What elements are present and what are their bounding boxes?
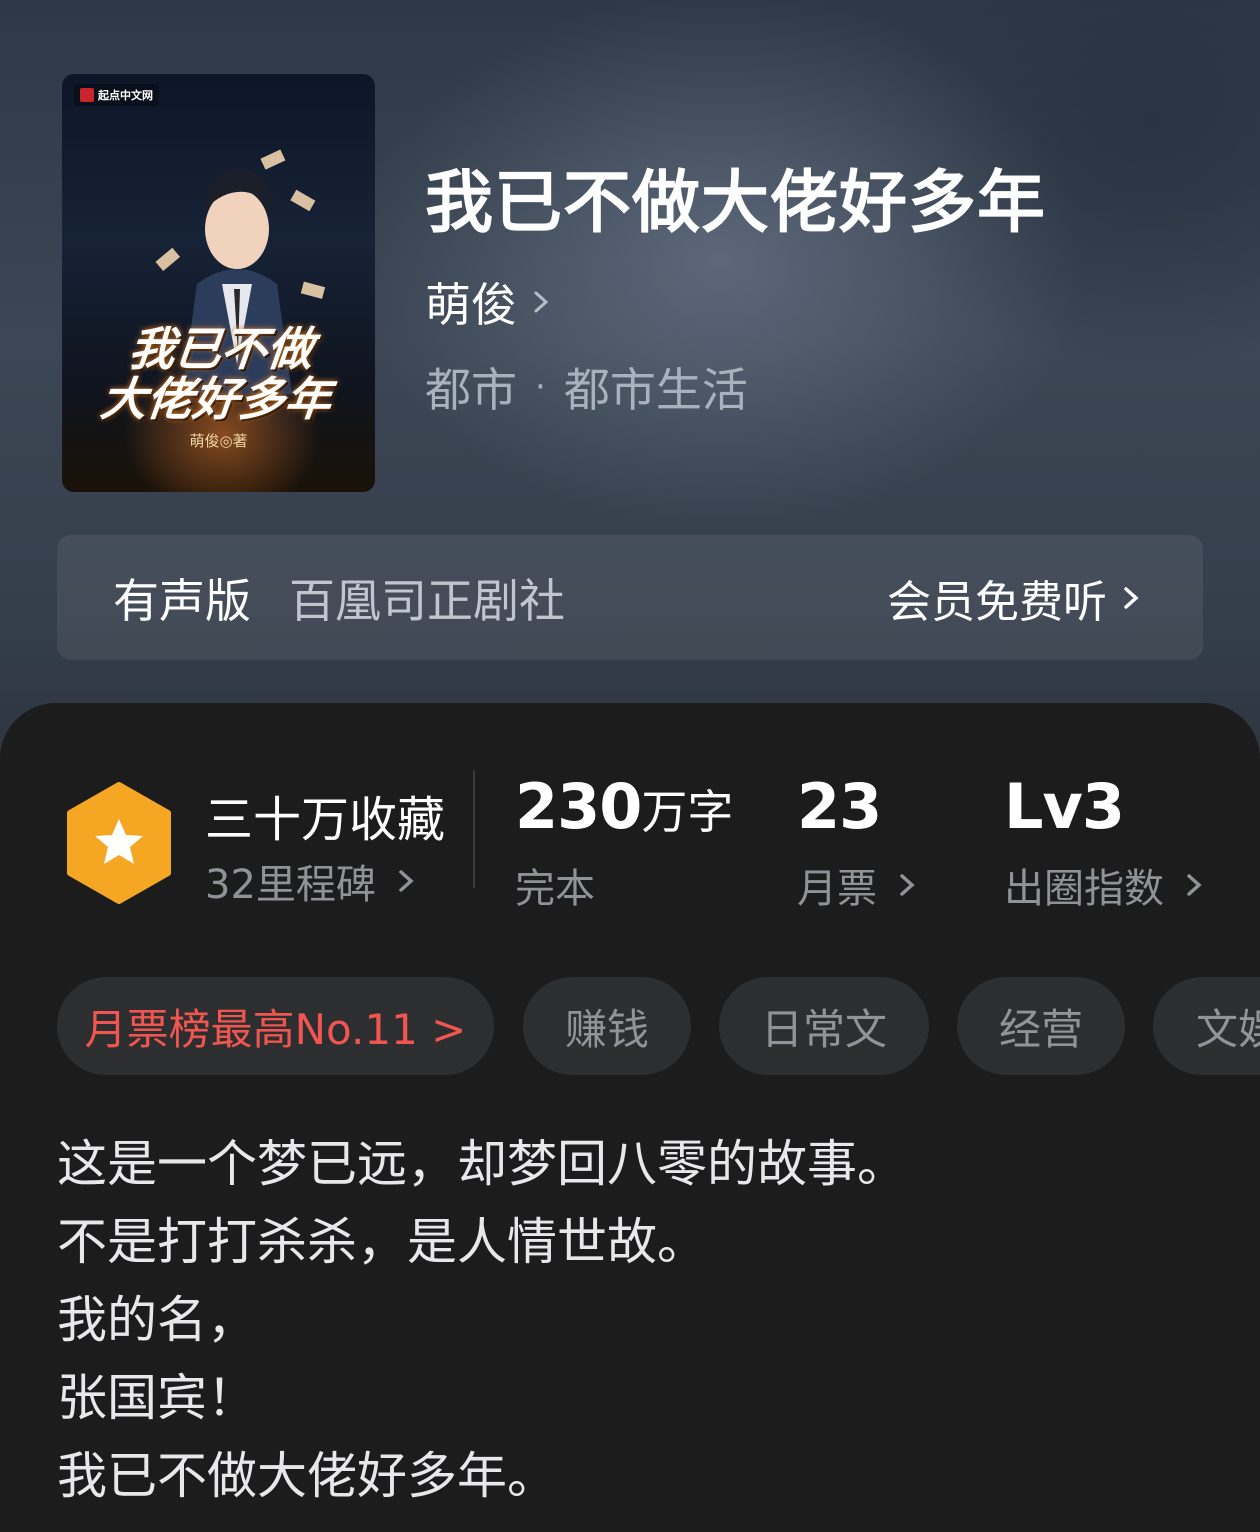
completion-status: 完本 <box>515 866 595 912</box>
influence-level: Lv3 <box>1004 770 1125 843</box>
category-label[interactable]: 都市 <box>425 354 517 420</box>
author-link[interactable]: 萌俊 <box>425 272 553 332</box>
stat-divider <box>473 770 475 888</box>
audio-edition-label: 有声版 <box>113 573 251 628</box>
monthly-tickets-link[interactable]: 月票 <box>797 856 919 914</box>
subcategory-label[interactable]: 都市生活 <box>564 354 748 420</box>
book-cover[interactable]: 起点中文网 我已不做 大佬好多年 萌俊◎著 <box>62 74 375 492</box>
star-hexagon-icon <box>67 782 171 904</box>
influence-index-link[interactable]: 出圈指数 <box>1004 856 1206 914</box>
synopsis-line: 这是一个梦已远，却梦回八零的故事。 <box>57 1135 907 1193</box>
author-name: 萌俊 <box>425 278 517 332</box>
cover-title: 我已不做 大佬好多年 <box>98 322 334 426</box>
ranking-tag[interactable]: 月票榜最高No.11 > <box>57 977 494 1075</box>
word-count: 230万字 <box>515 770 734 843</box>
genre-separator: · <box>535 367 546 407</box>
synopsis-line: 张国宾！ <box>57 1369 257 1427</box>
publisher-logo-icon <box>80 88 94 102</box>
chevron-right-icon <box>1124 586 1139 609</box>
tag-item[interactable]: 文娱 <box>1153 977 1260 1075</box>
book-title: 我已不做大佬好多年 <box>425 163 1047 243</box>
tag-item[interactable]: 经营 <box>957 977 1125 1075</box>
chevron-right-icon <box>1187 874 1202 896</box>
chevron-right-icon <box>534 291 549 313</box>
publisher-logo: 起点中文网 <box>74 84 159 106</box>
tag-item[interactable]: 日常文 <box>719 977 929 1075</box>
synopsis-line: 我已不做大佬好多年。 <box>57 1447 557 1505</box>
milestones-link[interactable]: 32里程碑 <box>205 852 418 910</box>
synopsis[interactable]: 这是一个梦已远，却梦回八零的故事。 不是打打杀杀，是人情世故。 我的名， 张国宾… <box>57 1125 1207 1515</box>
synopsis-line: 不是打打杀杀，是人情世故。 <box>57 1213 707 1271</box>
chevron-right-icon <box>399 870 414 892</box>
tag-item[interactable]: 赚钱 <box>523 977 691 1075</box>
favorites-count: 三十万收藏 <box>205 792 446 848</box>
audio-edition-bar[interactable]: 有声版 百凰司正剧社 会员免费听 <box>57 535 1203 660</box>
cover-author-credit: 萌俊◎著 <box>189 432 248 450</box>
synopsis-line: 我的名， <box>57 1291 257 1349</box>
genre-row: 都市 · 都市生活 <box>425 354 748 420</box>
monthly-tickets-count: 23 <box>797 770 882 843</box>
audio-studio-name: 百凰司正剧社 <box>289 573 565 628</box>
free-listen-button[interactable]: 会员免费听 <box>887 566 1143 630</box>
chevron-right-icon <box>900 874 915 896</box>
